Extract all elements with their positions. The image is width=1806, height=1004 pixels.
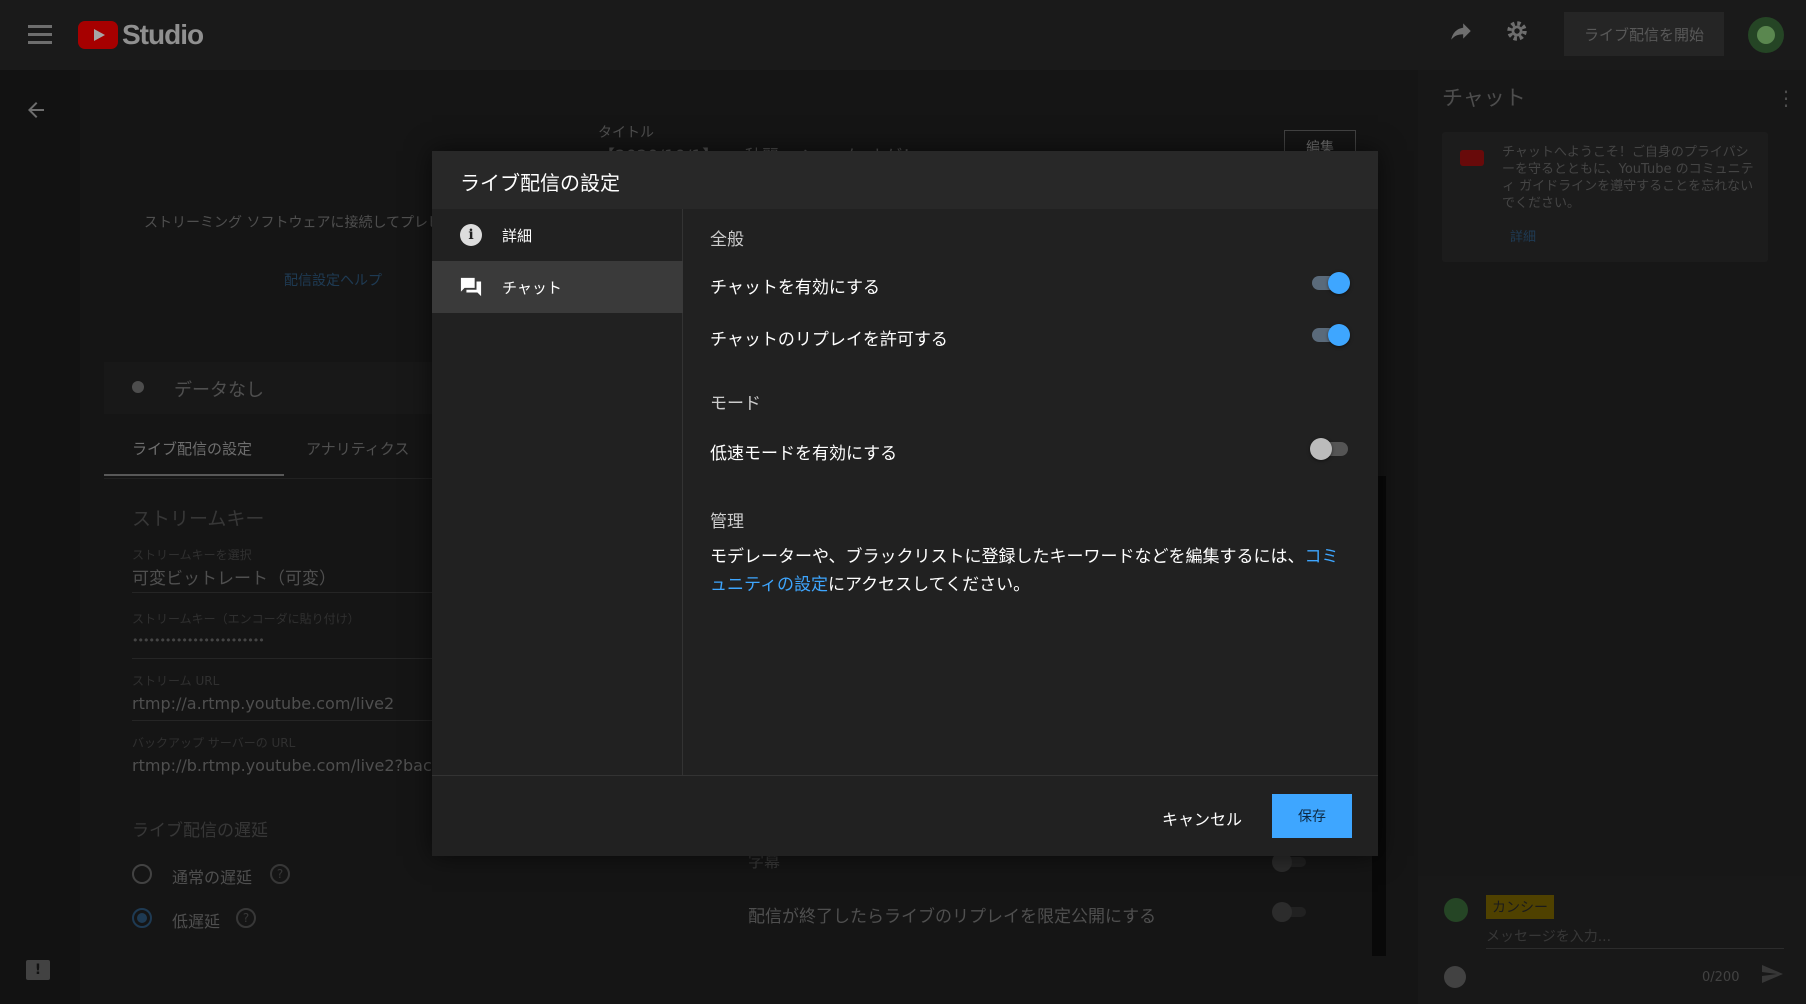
sidebar-item-details[interactable]: i 詳細 xyxy=(432,209,683,261)
info-icon: i xyxy=(460,224,482,246)
enable-chat-toggle[interactable] xyxy=(1310,269,1350,297)
sidebar-item-chat[interactable]: チャット xyxy=(432,261,683,313)
allow-replay-toggle[interactable] xyxy=(1310,321,1350,349)
mode-heading: モード xyxy=(710,394,761,414)
manage-text-after: にアクセスしてください。 xyxy=(827,575,1031,595)
dialog-content: 全般 チャットを有効にする チャットのリプレイを許可する モード 低速モードを有… xyxy=(684,209,1378,775)
enable-chat-label: チャットを有効にする xyxy=(710,278,880,298)
save-button[interactable]: 保存 xyxy=(1272,794,1352,838)
manage-description: モデレーターや、ブラックリストに登録したキーワードなどを編集するには、コミュニテ… xyxy=(710,543,1350,599)
chat-icon xyxy=(460,276,482,298)
dialog-sidebar: i 詳細 チャット xyxy=(432,209,683,775)
slow-mode-label: 低速モードを有効にする xyxy=(710,444,898,464)
dialog-footer: キャンセル 保存 xyxy=(432,775,1378,856)
dialog-header: ライブ配信の設定 xyxy=(432,151,1378,209)
dialog-title: ライブ配信の設定 xyxy=(460,171,620,195)
manage-heading: 管理 xyxy=(710,512,744,532)
cancel-button[interactable]: キャンセル xyxy=(1150,798,1254,838)
sidebar-item-label: 詳細 xyxy=(502,226,533,245)
slow-mode-toggle[interactable] xyxy=(1310,435,1350,463)
general-heading: 全般 xyxy=(710,230,744,250)
live-settings-dialog: ライブ配信の設定 i 詳細 チャット 全般 チャットを有効にする チャットのリプ… xyxy=(432,151,1378,856)
sidebar-item-label: チャット xyxy=(502,278,562,297)
manage-text-before: モデレーターや、ブラックリストに登録したキーワードなどを編集するには、 xyxy=(710,547,1305,567)
allow-replay-label: チャットのリプレイを許可する xyxy=(710,330,948,350)
